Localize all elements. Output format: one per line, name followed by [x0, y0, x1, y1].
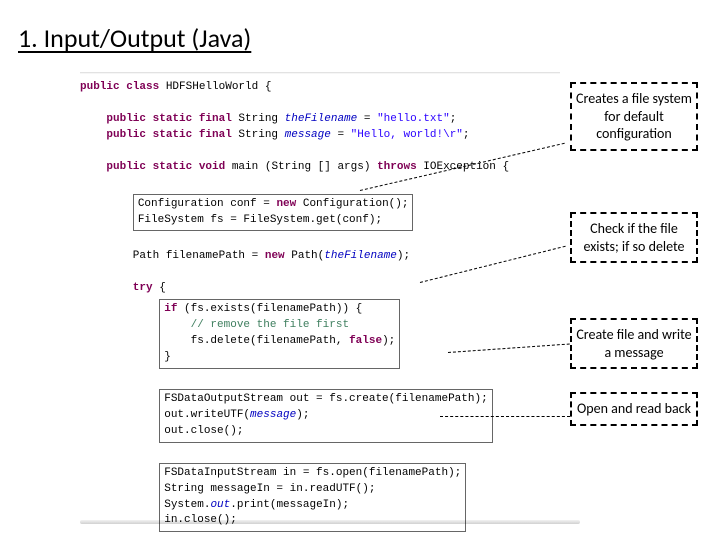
str-hello-txt: "hello.txt" [377, 113, 450, 125]
type-string1: String [232, 113, 285, 125]
annotation-create-fs: Creates a file system for default config… [570, 82, 698, 151]
sys-out-a: System. [164, 499, 210, 511]
code-block: public class HDFSHelloWorld { public sta… [80, 80, 580, 540]
sys-out-b: .print(messageIn); [230, 499, 349, 511]
out-write: out.writeUTF( [164, 409, 250, 421]
footer-rule [80, 520, 580, 524]
path-open: Path( [285, 250, 325, 262]
out-write-close: ); [296, 409, 309, 421]
if-exists: (fs.exists(filenamePath)) { [177, 303, 362, 315]
kw-try: try [80, 282, 153, 294]
annotation-check-exists: Check if the file exists; if so delete [570, 212, 698, 263]
kw-psf1: public static final [80, 113, 232, 125]
type-string2: String [232, 129, 285, 141]
if-close: } [164, 351, 171, 363]
field-filename: theFilename [285, 113, 358, 125]
top-rule [80, 72, 560, 74]
kw-new1: new [276, 198, 296, 210]
kw-psf2: public static final [80, 129, 232, 141]
annotation-write-msg: Create file and write a message [570, 318, 698, 369]
kw-if: if [164, 303, 177, 315]
kw-new2: new [265, 250, 285, 262]
out-close: out.close(); [164, 425, 243, 437]
kw-throws: throws [377, 161, 417, 173]
in-open: FSDataInputStream in = fs.open(filenameP… [164, 467, 461, 479]
kw-public: public [80, 81, 120, 93]
str-hello-world: "Hello, world!\r" [351, 129, 463, 141]
in-readutf: String messageIn = in.readUTF(); [164, 483, 375, 495]
path-new: Path filenamePath = [80, 250, 265, 262]
conf-ctor: Configuration(); [296, 198, 408, 210]
comment-remove: // remove the file first [164, 319, 349, 331]
box-config: Configuration conf = new Configuration()… [133, 194, 414, 232]
field-message-ref: message [250, 409, 296, 421]
out-create: FSDataOutputStream out = fs.create(filen… [164, 393, 487, 405]
field-filename-ref: theFilename [324, 250, 397, 262]
eq1: = [357, 113, 377, 125]
kw-psv: public static void [80, 161, 225, 173]
fs-get: FileSystem fs = FileSystem.get(conf); [138, 214, 382, 226]
annotation-read-back: Open and read back [570, 392, 698, 426]
eq2: = [331, 129, 351, 141]
slide-title: 1. Input/Output (Java) [18, 22, 251, 54]
kw-false: false [349, 335, 382, 347]
semi1: ; [450, 113, 457, 125]
fs-delete-close: ); [382, 335, 395, 347]
box-if-exists: if (fs.exists(filenamePath)) { // remove… [159, 299, 400, 369]
semi2: ; [463, 129, 470, 141]
kw-class: class [120, 81, 160, 93]
class-decl: HDFSHelloWorld { [159, 81, 271, 93]
leader-4 [440, 416, 570, 417]
try-brace: { [153, 282, 166, 294]
field-sysout: out [210, 499, 230, 511]
field-message: message [285, 129, 331, 141]
conf-new: Configuration conf = [138, 198, 277, 210]
fs-delete: fs.delete(filenamePath, [164, 335, 349, 347]
path-close: ); [397, 250, 410, 262]
main-sig: main (String [] args) [225, 161, 377, 173]
